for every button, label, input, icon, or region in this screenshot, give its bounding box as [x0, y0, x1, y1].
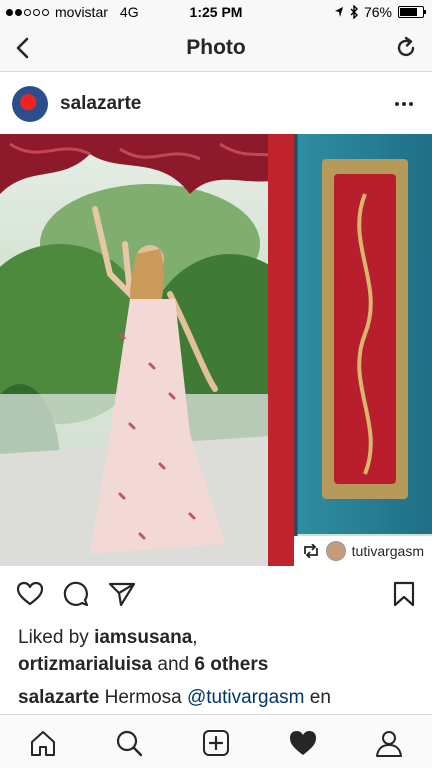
post-header: salazarte [0, 80, 432, 128]
likes-user-2[interactable]: ortizmarialuisa [18, 654, 152, 675]
post-image[interactable]: tutivargasm [0, 134, 432, 566]
send-icon[interactable] [108, 580, 136, 608]
likes-prefix: Liked by [18, 627, 89, 648]
caption-mention[interactable]: @tutivargasm [187, 687, 305, 708]
location-icon [334, 7, 343, 17]
post-username[interactable]: salazarte [60, 93, 141, 115]
battery-icon [398, 6, 426, 18]
comment-icon[interactable] [62, 580, 90, 608]
repost-username[interactable]: tutivargasm [352, 543, 424, 559]
nav-bar: Photo [0, 24, 432, 72]
repost-icon [303, 544, 318, 558]
page-title: Photo [186, 36, 246, 59]
post-actions [0, 576, 432, 612]
bluetooth-icon [350, 5, 358, 19]
caption-text-1: Hermosa [104, 687, 182, 708]
home-icon[interactable] [28, 728, 58, 758]
heart-filled-icon[interactable] [288, 728, 318, 758]
more-dots-icon[interactable] [392, 96, 416, 112]
refresh-icon[interactable] [394, 36, 418, 60]
heart-icon[interactable] [16, 580, 44, 608]
caption: salazarte Hermosa @tutivargasm en [18, 684, 432, 711]
add-icon[interactable] [201, 728, 231, 758]
search-icon[interactable] [114, 728, 144, 758]
likes-text: Liked by iamsusana, ortizmarialuisa and … [18, 624, 418, 678]
photo-illustration [0, 134, 432, 566]
likes-and: and [157, 654, 190, 675]
tab-bar [0, 714, 432, 768]
repost-avatar [325, 541, 346, 561]
battery-percent: 76% [363, 4, 392, 20]
likes-others[interactable]: 6 others [194, 654, 268, 675]
status-bar: movistar 4G 1:25 PM 76% [0, 0, 432, 24]
status-right: 76% [334, 4, 426, 20]
likes-user-1[interactable]: iamsusana [94, 627, 192, 648]
profile-icon[interactable] [374, 728, 404, 758]
caption-username[interactable]: salazarte [18, 687, 99, 708]
bookmark-icon[interactable] [390, 580, 418, 608]
caption-text-2: en [309, 687, 331, 708]
avatar[interactable] [12, 86, 48, 122]
repost-tag[interactable]: tutivargasm [293, 536, 432, 566]
likes-separator: , [192, 627, 198, 648]
